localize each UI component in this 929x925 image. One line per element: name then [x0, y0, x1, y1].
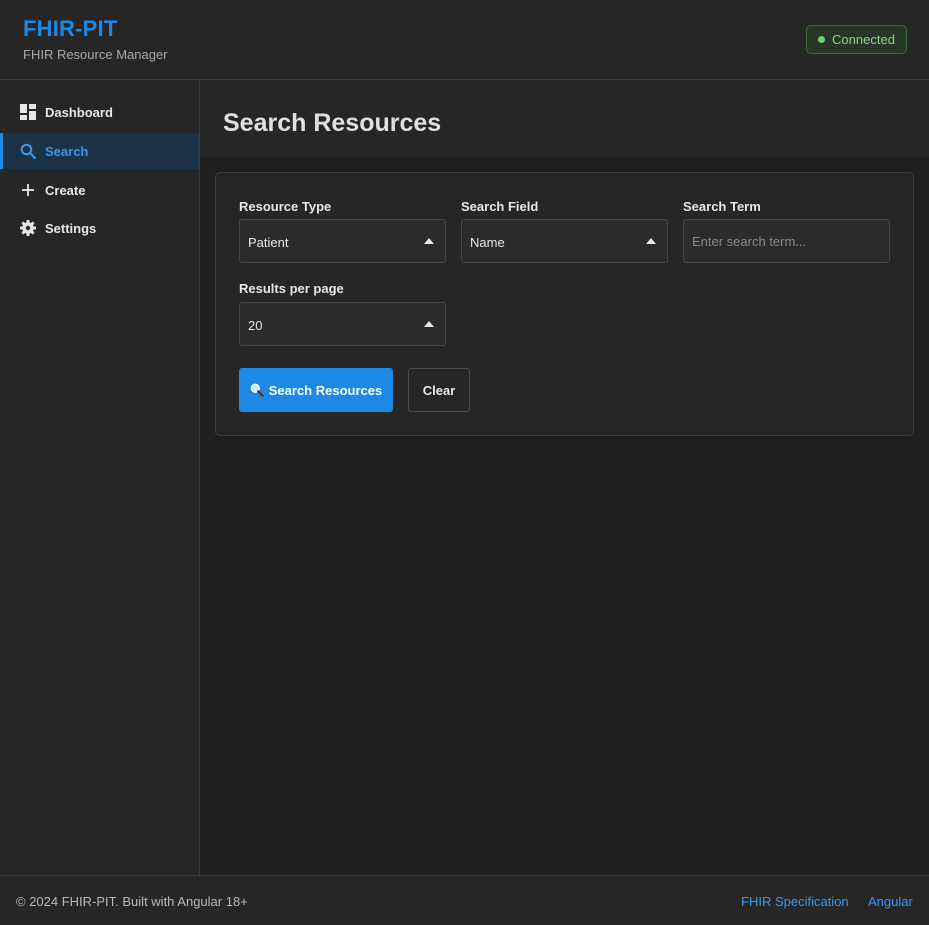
sidebar-item-settings[interactable]: Settings [0, 210, 199, 246]
resource-type-label: Resource Type [239, 199, 332, 214]
magnifier-icon [250, 383, 264, 397]
search-field-value: Name [470, 235, 505, 250]
caret-up-icon [646, 238, 656, 244]
resource-type-value: Patient [248, 235, 289, 250]
search-resources-label: Search Resources [268, 382, 383, 398]
caret-up-icon [424, 321, 434, 327]
search-resources-button[interactable]: Search Resources [239, 368, 393, 412]
connection-status-badge: Connected [806, 25, 907, 54]
app-title[interactable]: FHIR-PIT [23, 16, 117, 42]
resource-type-select[interactable]: Patient [239, 219, 446, 263]
fhir-specification-link[interactable]: FHIR Specification [741, 894, 849, 909]
results-per-page-value: 20 [248, 318, 263, 333]
search-term-input[interactable] [683, 219, 890, 263]
search-field-select[interactable]: Name [461, 219, 668, 263]
sidebar-item-label: Settings [45, 221, 97, 236]
results-per-page-select[interactable]: 20 [239, 302, 446, 346]
connection-status-label: Connected [832, 32, 895, 47]
search-field-label: Search Field [461, 199, 539, 214]
plus-icon [22, 184, 34, 196]
angular-link[interactable]: Angular [868, 894, 913, 909]
sidebar-item-label: Dashboard [45, 105, 113, 120]
sidebar-item-label: Search [45, 144, 89, 159]
clear-button[interactable]: Clear [408, 368, 470, 412]
dashboard-icon [20, 104, 36, 120]
search-form-card: Resource Type Patient Search Field Name … [215, 172, 914, 436]
status-dot-icon [818, 36, 826, 43]
search-term-label: Search Term [683, 199, 761, 214]
page-title: Search Resources [223, 109, 442, 137]
sidebar-item-label: Create [45, 183, 86, 198]
sidebar: Dashboard Search Create Settings [0, 80, 200, 875]
search-icon [20, 143, 36, 159]
sidebar-item-search[interactable]: Search [0, 133, 199, 169]
app-subtitle: FHIR Resource Manager [23, 47, 168, 62]
caret-up-icon [424, 238, 434, 244]
results-per-page-label: Results per page [239, 281, 344, 296]
app-footer: © 2024 FHIR-PIT. Built with Angular 18+ … [0, 875, 929, 925]
sidebar-item-create[interactable]: Create [0, 172, 199, 208]
app-header: FHIR-PIT FHIR Resource Manager Connected [0, 0, 929, 80]
footer-copyright: © 2024 FHIR-PIT. Built with Angular 18+ [16, 894, 248, 909]
page-header: Search Resources [200, 80, 929, 157]
gear-icon [20, 220, 36, 236]
sidebar-item-dashboard[interactable]: Dashboard [0, 94, 199, 130]
